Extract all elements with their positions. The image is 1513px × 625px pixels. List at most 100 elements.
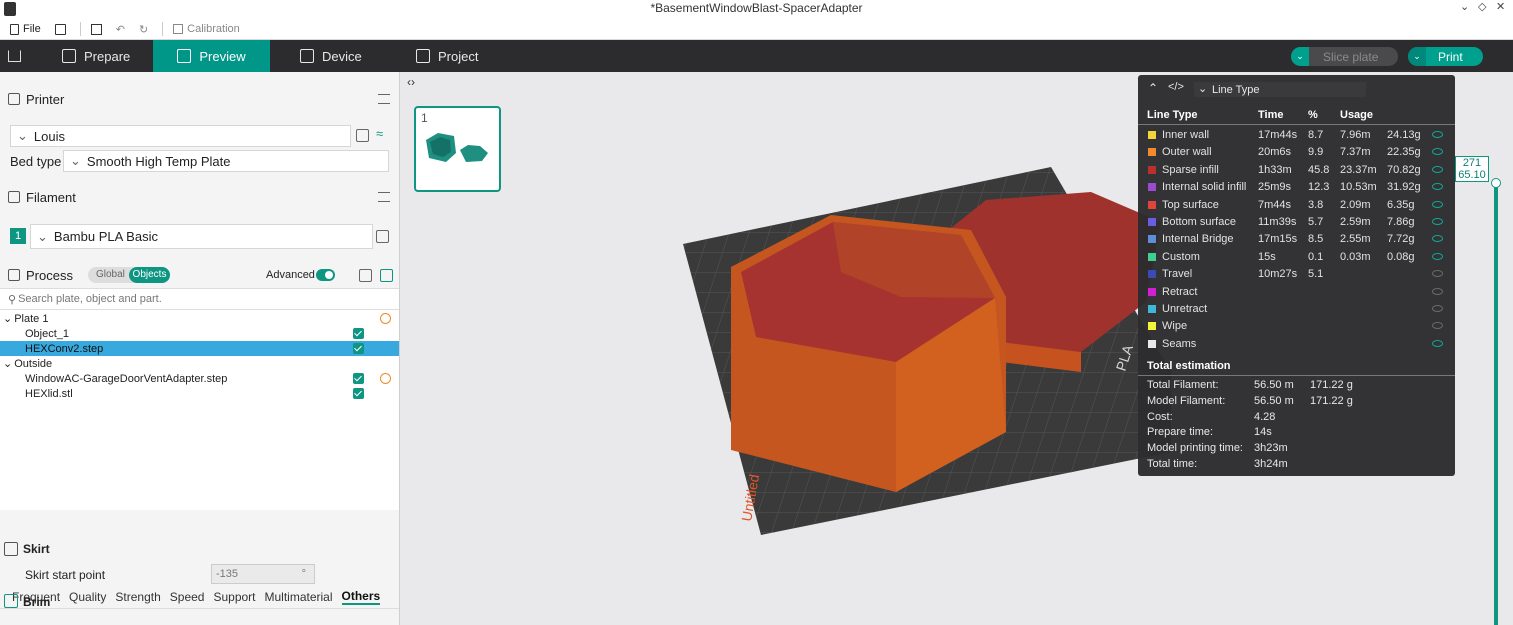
- tab-multimaterial[interactable]: Multimaterial: [265, 590, 333, 604]
- filament-section-header: Filament: [0, 184, 399, 210]
- filament-settings-icon[interactable]: [378, 192, 390, 202]
- file-icon: [10, 23, 19, 35]
- file-menu-button[interactable]: File: [10, 23, 41, 35]
- visibility-eye-icon[interactable]: [1432, 270, 1443, 278]
- tab-support[interactable]: Support: [213, 590, 255, 604]
- settings-override-icon[interactable]: [380, 373, 391, 384]
- tab-quality[interactable]: Quality: [69, 590, 106, 604]
- visibility-eye-icon[interactable]: [1432, 200, 1443, 208]
- legend-color-swatch: [1148, 287, 1156, 296]
- code-icon[interactable]: </>: [1168, 81, 1184, 93]
- skirt-start-unit: °: [301, 568, 306, 580]
- menu-button[interactable]: [54, 23, 66, 35]
- visibility-checkbox[interactable]: [353, 388, 364, 399]
- legend-name: Sparse infill: [1162, 163, 1219, 176]
- tree-row-object[interactable]: HEXlid.stl: [0, 386, 399, 401]
- visibility-checkbox[interactable]: [353, 328, 364, 339]
- chevron-down-icon[interactable]: ⌄: [1291, 47, 1309, 66]
- legend-len: 7.96m: [1340, 129, 1371, 141]
- bed-type-select[interactable]: ⌄ Smooth High Temp Plate: [63, 150, 389, 172]
- tab-preview-label: Preview: [199, 48, 246, 64]
- tree-row-label: HEXlid.stl: [25, 387, 73, 400]
- edit-icon[interactable]: [356, 129, 369, 142]
- tree-row-plate[interactable]: ⌄ Plate 1: [0, 311, 399, 326]
- view-type-select[interactable]: ⌄ Line Type: [1194, 82, 1366, 97]
- tab-others[interactable]: Others: [341, 589, 381, 605]
- minimize-icon[interactable]: ⌄: [1460, 0, 1469, 13]
- filament-select[interactable]: ⌄ Bambu PLA Basic: [30, 224, 373, 249]
- advanced-toggle[interactable]: [316, 269, 335, 281]
- collapse-up-icon[interactable]: ⌃: [1148, 81, 1158, 95]
- visibility-eye-icon[interactable]: [1432, 252, 1443, 260]
- visibility-eye-icon[interactable]: [1432, 339, 1443, 347]
- tab-prepare[interactable]: Prepare: [62, 40, 130, 72]
- total-label: Model printing time:: [1147, 442, 1243, 455]
- visibility-eye-icon[interactable]: [1432, 287, 1443, 295]
- list-icon[interactable]: [359, 269, 372, 282]
- wifi-icon[interactable]: ≈: [376, 126, 383, 141]
- visibility-checkbox[interactable]: [353, 373, 364, 384]
- visibility-checkbox[interactable]: [353, 343, 364, 354]
- edit-icon[interactable]: [376, 230, 389, 243]
- calibration-button[interactable]: Calibration: [173, 23, 240, 35]
- skirt-start-input[interactable]: -135 °: [211, 564, 315, 584]
- legend-pct: 9.9: [1308, 146, 1324, 159]
- settings-override-icon[interactable]: [380, 313, 391, 324]
- visibility-eye-icon[interactable]: [1432, 183, 1443, 191]
- home-icon: [8, 50, 21, 62]
- 3d-viewport[interactable]: ‹› 1 PLA Untitled ⌃ </> ⌄ Line Type Line…: [401, 72, 1513, 625]
- printer-select[interactable]: ⌄ Louis: [10, 125, 351, 147]
- restore-icon[interactable]: ◇: [1478, 0, 1486, 13]
- legend-time: 1h33m: [1258, 163, 1292, 176]
- printer-settings-icon[interactable]: [378, 94, 390, 104]
- visibility-eye-icon[interactable]: [1432, 235, 1443, 243]
- legend-row: Internal solid infill 25m9s 12.3 10.53m 31.9…: [1138, 179, 1455, 196]
- legend-row: Custom 15s 0.1 0.03m 0.08g: [1138, 249, 1455, 266]
- col-usage: Usage: [1340, 109, 1374, 121]
- visibility-eye-icon[interactable]: [1432, 322, 1443, 330]
- tab-project[interactable]: Project: [416, 40, 478, 72]
- tree-row-outside[interactable]: ⌄ Outside: [0, 356, 399, 371]
- visibility-eye-icon[interactable]: [1432, 218, 1443, 225]
- tree-row-label: Object_1: [25, 327, 70, 340]
- layer-slider-handle[interactable]: [1491, 178, 1501, 188]
- visibility-eye-icon[interactable]: [1432, 131, 1443, 138]
- objects-option[interactable]: Objects: [129, 267, 170, 283]
- tree-row-part[interactable]: HEXConv2.step: [0, 341, 399, 356]
- process-section-header: Process: [0, 262, 399, 288]
- visibility-eye-icon[interactable]: [1432, 305, 1443, 312]
- advanced-label: Advanced: [266, 269, 315, 281]
- skirt-icon: [4, 542, 18, 556]
- slice-plate-button[interactable]: ⌄ Slice plate: [1291, 47, 1398, 66]
- save-button[interactable]: [90, 23, 102, 35]
- chevron-down-icon: ⌄: [3, 358, 13, 370]
- undo-button[interactable]: ↶: [116, 23, 125, 36]
- tree-row-object[interactable]: WindowAC-GarageDoorVentAdapter.step: [0, 371, 399, 386]
- print-button[interactable]: ⌄ Print: [1408, 47, 1483, 66]
- close-icon[interactable]: ✕: [1496, 0, 1505, 13]
- chevron-down-icon[interactable]: ⌄: [1408, 47, 1426, 66]
- layer-slider-track[interactable]: [1494, 182, 1498, 625]
- tab-device[interactable]: Device: [300, 40, 362, 72]
- compare-icon[interactable]: [380, 269, 393, 282]
- home-button[interactable]: [8, 40, 26, 72]
- legend-color-swatch: [1148, 339, 1156, 348]
- visibility-eye-icon[interactable]: [1432, 165, 1443, 173]
- search-placeholder: Search plate, object and part.: [18, 293, 162, 305]
- tab-preview[interactable]: Preview: [153, 40, 270, 72]
- redo-icon: ↻: [138, 23, 149, 36]
- visibility-eye-icon[interactable]: [1432, 148, 1443, 156]
- object-search-box[interactable]: ⚲ Search plate, object and part.: [0, 288, 399, 310]
- tree-row-object[interactable]: Object_1: [0, 326, 399, 341]
- col-pct: %: [1308, 109, 1318, 121]
- redo-button[interactable]: ↻: [139, 23, 148, 36]
- legend-pct: 8.7: [1308, 129, 1324, 141]
- global-objects-toggle[interactable]: Global Objects: [88, 267, 170, 283]
- legend-row: Outer wall 20m6s 9.9 7.37m 22.35g: [1138, 144, 1455, 161]
- global-option[interactable]: Global: [96, 269, 125, 280]
- tab-speed[interactable]: Speed: [170, 590, 205, 604]
- bed-type-label: Bed type: [10, 154, 62, 169]
- tab-strength[interactable]: Strength: [115, 590, 160, 604]
- col-line-type: Line Type: [1147, 109, 1198, 121]
- legend-row: Retract: [1138, 284, 1455, 301]
